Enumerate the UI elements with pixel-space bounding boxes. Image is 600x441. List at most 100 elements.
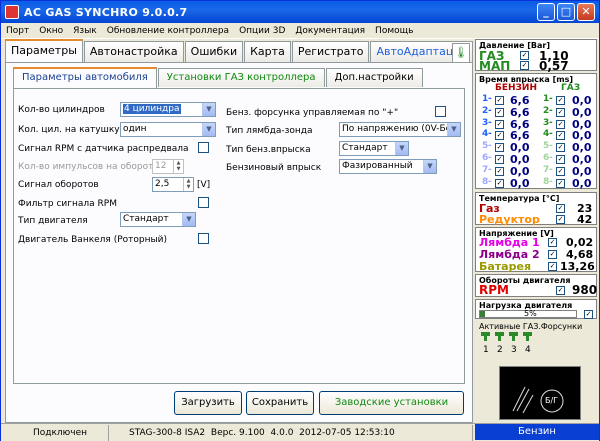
menu-help[interactable]: Помощь	[370, 26, 418, 36]
gas-injector-checkbox[interactable]: ✓	[556, 155, 565, 164]
menu-docs[interactable]: Документация	[290, 26, 370, 36]
petrol-injection-time: 0,0	[510, 176, 530, 190]
gas-switch-display[interactable]: Б/Г	[499, 366, 581, 420]
petrol-injector-checkbox[interactable]: ✓	[495, 166, 504, 176]
menu-language[interactable]: Язык	[68, 26, 102, 36]
gas-pressure-checkbox[interactable]: ✓	[520, 51, 529, 60]
chevron-down-icon: ▼	[202, 123, 215, 136]
thermometer-icon[interactable]: 🌡	[452, 43, 470, 63]
petrol-injector-dash: -	[488, 176, 492, 187]
cyl-per-coil-select[interactable]: один ▼	[120, 122, 216, 137]
tab-map[interactable]: Карта	[244, 41, 291, 62]
map-checkbox[interactable]: ✓	[520, 61, 529, 70]
petrol-column-label: БЕНЗИН	[495, 83, 537, 93]
window-title: AC GAS SYNCHRO 9.0.0.7	[24, 5, 188, 19]
injector-number: 1	[483, 345, 489, 355]
petrol-injection-value: Фазированный	[342, 161, 413, 171]
gas-injector-checkbox[interactable]: ✓	[556, 107, 565, 117]
petrol-injector-checkbox[interactable]: ✓	[495, 178, 504, 188]
petrol-injector-dash: -	[488, 94, 492, 104]
lambda-type-value: По напряжению (0V-Бе	[342, 124, 452, 134]
petrol-injector-dash: -	[488, 141, 492, 152]
gas-injector-checkbox[interactable]: ✓	[556, 143, 565, 153]
maximize-icon[interactable]: □	[557, 3, 575, 21]
stepper-arrows-icon[interactable]: ▲ ▼	[183, 178, 193, 191]
battery-value: 13,26	[560, 260, 595, 273]
injector-icon	[479, 331, 492, 345]
reducer-temp-checkbox[interactable]: ✓	[556, 215, 565, 224]
petrol-injector-dash: -	[488, 129, 492, 140]
gas-injector-checkbox[interactable]: ✓	[556, 131, 565, 141]
menu-window[interactable]: Окно	[34, 26, 68, 36]
chevron-down-icon: ▼	[395, 142, 408, 155]
rpm-filter-checkbox[interactable]	[198, 197, 209, 208]
battery-checkbox[interactable]: ✓	[548, 262, 557, 271]
tab-recorder[interactable]: Регистрато	[291, 41, 370, 62]
load-checkbox[interactable]: ✓	[584, 310, 593, 319]
cylinders-select[interactable]: 4 цилиндра ▼	[120, 102, 216, 117]
injector-number: 4	[525, 345, 531, 355]
version-label: Верс.	[210, 427, 237, 438]
rpm-label: RPM	[479, 283, 509, 297]
fuel-mode-status: Бензин	[475, 424, 599, 440]
gas-injector-checkbox[interactable]: ✓	[556, 178, 565, 188]
tab-additional-settings[interactable]: Доп.настройки	[325, 68, 423, 87]
gas-temp-checkbox[interactable]: ✓	[556, 204, 565, 213]
petrol-injector-checkbox[interactable]: ✓	[495, 96, 504, 105]
petrol-injector-checkbox[interactable]: ✓	[495, 119, 504, 129]
load-button[interactable]: Загрузить	[174, 391, 242, 415]
tab-gas-controller-settings[interactable]: Установки ГАЗ контроллера	[157, 68, 325, 87]
gas-injector-checkbox[interactable]: ✓	[556, 119, 565, 129]
injector-icon	[507, 331, 520, 345]
tab-car-parameters[interactable]: Параметры автомобиля	[13, 67, 157, 88]
chevron-down-icon: ▼	[447, 123, 460, 136]
pressure-panel: Давление [Bar] ГАЗ ✓ 1,10 МАП ✓ 0,57	[475, 39, 597, 73]
gas-injector-checkbox[interactable]: ✓	[556, 166, 565, 176]
connection-status: Подключен	[1, 424, 109, 441]
rpm-panel: Обороты двигателя RPM ✓ 980	[475, 274, 597, 297]
menu-port[interactable]: Порт	[1, 26, 34, 36]
petrol-injection-select[interactable]: Фазированный ▼	[339, 159, 437, 174]
lambda-type-label: Тип лямбда-зонда	[226, 126, 313, 136]
menu-update[interactable]: Обновление контроллера	[102, 26, 234, 36]
gas-injector-dash: -	[549, 105, 553, 116]
gas-injection-time: 0,0	[572, 176, 592, 190]
injector-number: 2	[497, 345, 503, 355]
stepper-arrows-icon[interactable]: ▲ ▼	[173, 160, 183, 173]
wankel-checkbox[interactable]	[198, 233, 209, 244]
cylinders-label: Кол-во цилиндров	[18, 105, 105, 115]
petrol-injector-checkbox[interactable]: ✓	[495, 143, 504, 153]
petrol-injection-label: Бензиновый впрыск	[226, 163, 322, 173]
tab-autotune[interactable]: Автонастройка	[83, 41, 184, 62]
firmware: 4.0.0	[270, 427, 294, 438]
petrol-injector-checkbox[interactable]: ✓	[495, 155, 504, 164]
tab-parameters[interactable]: Параметры	[5, 39, 83, 62]
petrol-injection-type-select[interactable]: Стандарт ▼	[339, 141, 409, 156]
petrol-injection-type-label: Тип бенз.впрыска	[226, 145, 311, 155]
gas-injector-dash: -	[549, 141, 553, 152]
lambda1-checkbox[interactable]: ✓	[548, 238, 557, 247]
close-icon[interactable]: ✕	[577, 3, 595, 21]
rpm-checkbox[interactable]: ✓	[556, 286, 565, 295]
engine-type-select[interactable]: Стандарт ▼	[120, 212, 196, 227]
voltage-panel: Напряжение [V] Лямбда 1 ✓ 0,02 Лямбда 2 …	[475, 227, 597, 273]
rpm-signal-volt-stepper[interactable]: 2,5 ▲ ▼	[152, 177, 194, 192]
petrol-injector-checkbox[interactable]	[435, 106, 446, 117]
petrol-injector-checkbox[interactable]: ✓	[495, 131, 504, 141]
wankel-label: Двигатель Ванкеля (Роторный)	[18, 235, 167, 245]
rpm-signal-checkbox[interactable]	[198, 142, 209, 153]
lambda2-checkbox[interactable]: ✓	[548, 250, 557, 259]
tab-errors[interactable]: Ошибки	[184, 41, 244, 62]
minimize-icon[interactable]: _	[537, 3, 555, 21]
pulses-stepper[interactable]: 12 ▲ ▼	[152, 159, 184, 174]
petrol-injector-checkbox[interactable]: ✓	[495, 107, 504, 117]
chevron-down-icon: ▼	[182, 213, 195, 226]
menu-3d-options[interactable]: Опции 3D	[234, 26, 290, 36]
gas-injector-checkbox[interactable]: ✓	[556, 96, 565, 105]
lambda-type-select[interactable]: По напряжению (0V-Бе ▼	[339, 122, 461, 137]
rpm-signal-volt-unit: [V]	[197, 180, 211, 190]
factory-settings-button[interactable]: Заводские установки	[319, 391, 464, 415]
petrol-injector-label: Бенз. форсунка управляемая по "+"	[226, 108, 399, 118]
rpm-filter-label: Фильтр сигнала RPM	[18, 199, 117, 209]
save-button[interactable]: Сохранить	[246, 391, 314, 415]
